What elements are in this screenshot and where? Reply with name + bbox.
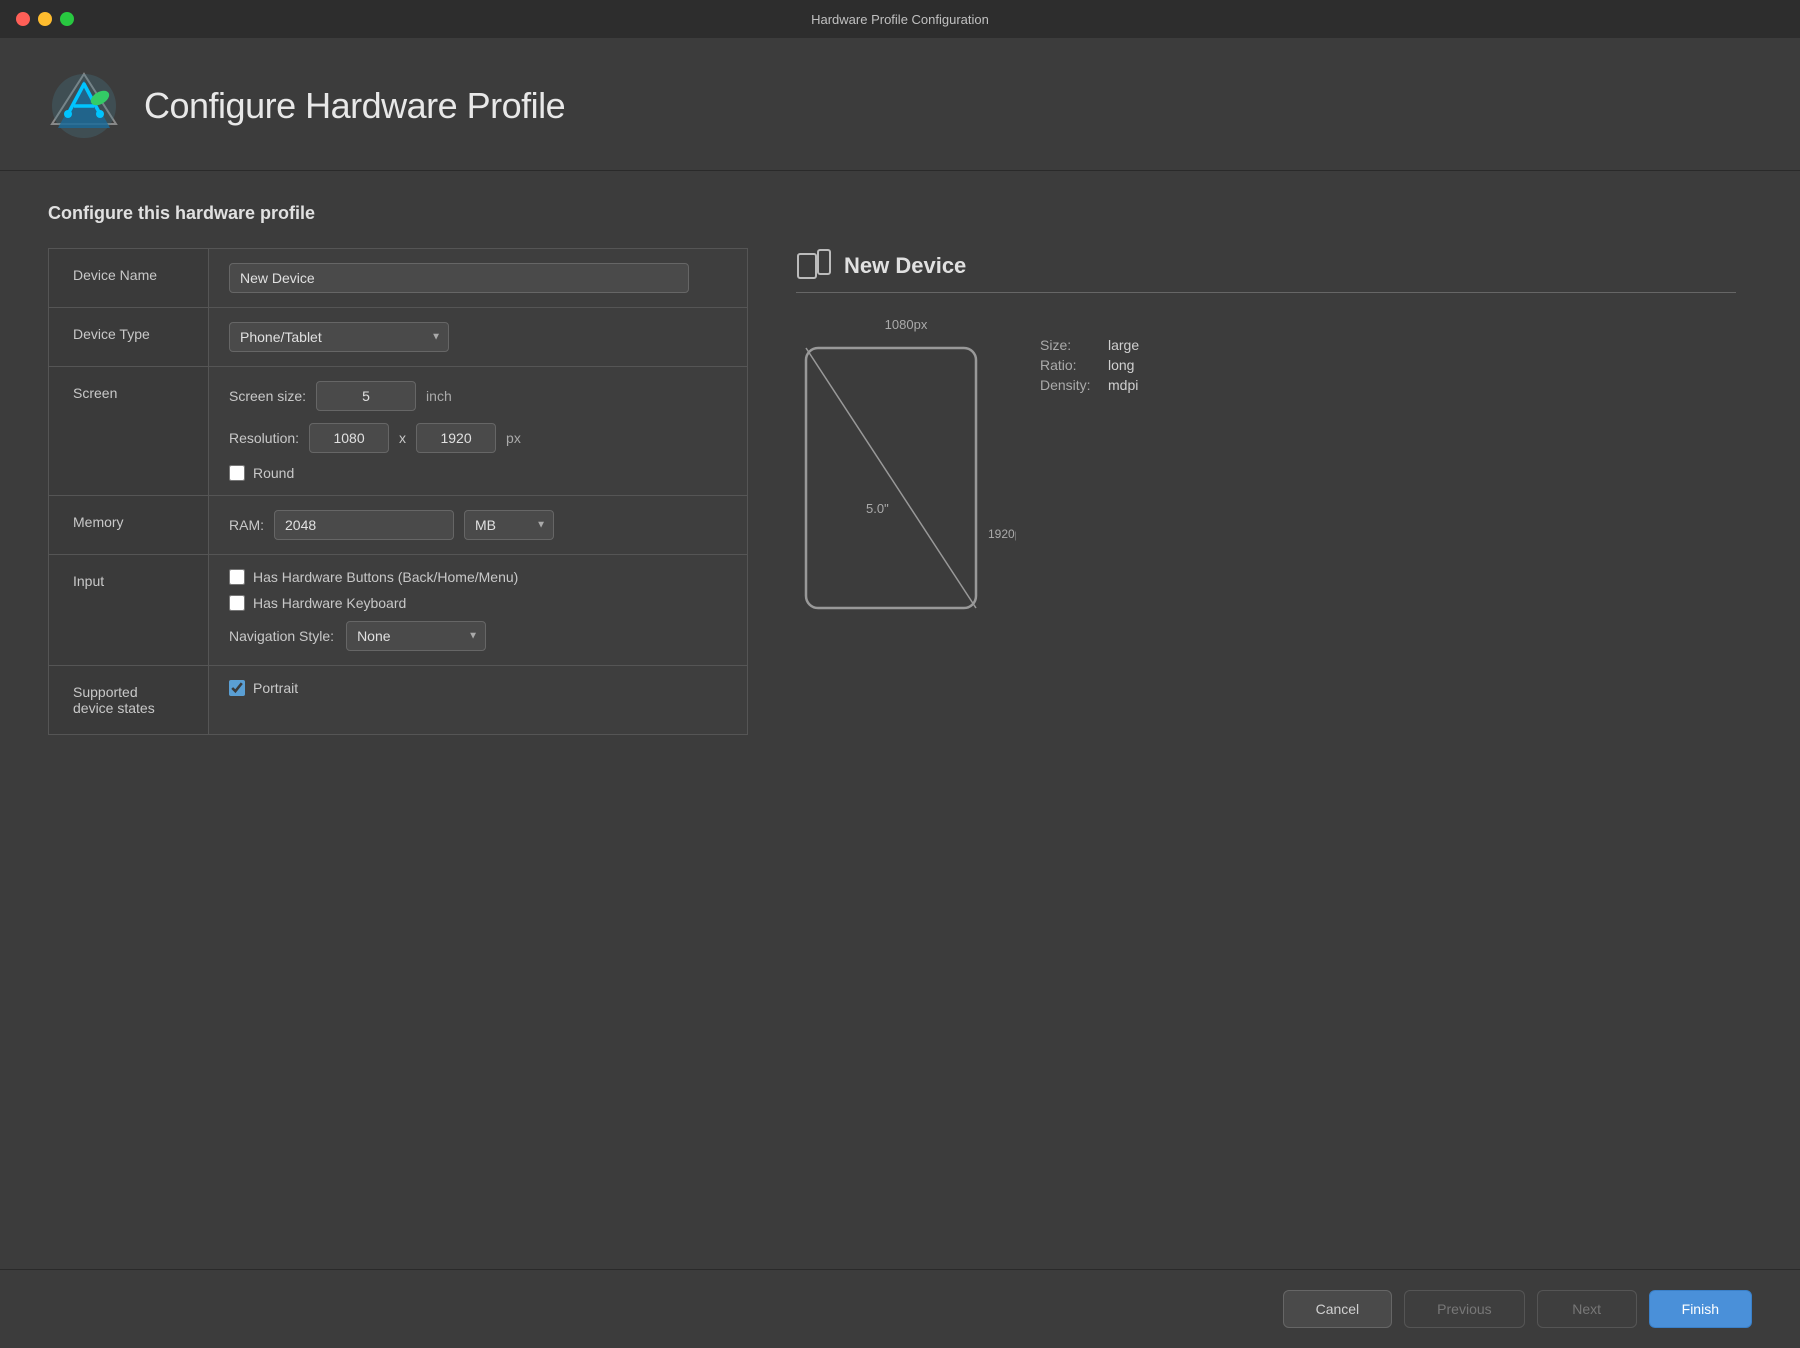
device-name-row: Device Name bbox=[49, 249, 748, 308]
input-label: Input bbox=[49, 555, 209, 666]
memory-label: Memory bbox=[49, 496, 209, 555]
title-bar: Hardware Profile Configuration bbox=[0, 0, 1800, 38]
nav-style-dropdown[interactable]: None D-pad Trackball Wheel bbox=[346, 621, 486, 651]
hardware-buttons-label[interactable]: Has Hardware Buttons (Back/Home/Menu) bbox=[253, 569, 518, 585]
memory-row: Memory RAM: MB GB bbox=[49, 496, 748, 555]
resolution-y-input[interactable] bbox=[416, 423, 496, 453]
memory-controls: RAM: MB GB bbox=[229, 510, 727, 540]
ram-unit-dropdown[interactable]: MB GB bbox=[464, 510, 554, 540]
hardware-buttons-row: Has Hardware Buttons (Back/Home/Menu) bbox=[229, 569, 727, 585]
resolution-label: Resolution: bbox=[229, 430, 299, 446]
finish-button[interactable]: Finish bbox=[1649, 1290, 1752, 1328]
close-button[interactable] bbox=[16, 12, 30, 26]
maximize-button[interactable] bbox=[60, 12, 74, 26]
spec-size-label: Size: bbox=[1040, 337, 1100, 353]
portrait-checkbox[interactable] bbox=[229, 680, 245, 696]
body-section: Configure this hardware profile Device N… bbox=[0, 171, 1800, 1269]
device-frame-wrapper: 5.0" 1920px bbox=[796, 338, 1016, 633]
device-type-label: Device Type bbox=[49, 308, 209, 367]
minimize-button[interactable] bbox=[38, 12, 52, 26]
preview-content: 1080px 5.0" 1920px bbox=[796, 317, 1736, 633]
supported-states-label: Supporteddevice states bbox=[49, 666, 209, 735]
preview-panel: New Device 1080px bbox=[780, 248, 1752, 1245]
page-title: Configure Hardware Profile bbox=[144, 85, 565, 127]
spec-density-row: Density: mdpi bbox=[1040, 377, 1139, 393]
screen-size-input[interactable] bbox=[316, 381, 416, 411]
next-button[interactable]: Next bbox=[1537, 1290, 1637, 1328]
header-section: Configure Hardware Profile bbox=[0, 38, 1800, 171]
preview-device-name: New Device bbox=[844, 253, 966, 279]
device-diagram-container: 1080px 5.0" 1920px bbox=[796, 317, 1016, 633]
device-type-dropdown-wrapper: Phone/Tablet TV Wear OS Desktop Automoti… bbox=[229, 322, 449, 352]
screen-size-row: Screen size: inch bbox=[229, 381, 727, 411]
content-area: Device Name Device Type Phone/Tablet bbox=[48, 248, 1752, 1245]
preview-header: New Device bbox=[796, 248, 1736, 284]
supported-states-row: Supporteddevice states Portrait bbox=[49, 666, 748, 735]
device-specs: Size: large Ratio: long Density: mdpi bbox=[1040, 337, 1139, 393]
screen-size-label: Screen size: bbox=[229, 388, 306, 404]
traffic-lights bbox=[16, 12, 74, 26]
screen-cell: Screen size: inch Resolution: x px bbox=[209, 367, 748, 496]
spec-size-value: large bbox=[1108, 337, 1139, 353]
screen-size-unit: inch bbox=[426, 388, 452, 404]
device-name-cell bbox=[209, 249, 748, 308]
round-label[interactable]: Round bbox=[253, 465, 294, 481]
nav-style-label: Navigation Style: bbox=[229, 628, 334, 644]
hardware-keyboard-row: Has Hardware Keyboard bbox=[229, 595, 727, 611]
supported-states-cell: Portrait bbox=[209, 666, 748, 735]
device-diagram-svg: 5.0" 1920px bbox=[796, 338, 1016, 628]
nav-style-dropdown-wrapper: None D-pad Trackball Wheel bbox=[346, 621, 486, 651]
preview-divider bbox=[796, 292, 1736, 293]
svg-text:1920px: 1920px bbox=[988, 527, 1016, 541]
resolution-row: Resolution: x px bbox=[229, 423, 727, 453]
spec-ratio-row: Ratio: long bbox=[1040, 357, 1139, 373]
round-row: Round bbox=[229, 465, 727, 481]
screen-label: Screen bbox=[49, 367, 209, 496]
device-type-cell: Phone/Tablet TV Wear OS Desktop Automoti… bbox=[209, 308, 748, 367]
device-type-dropdown[interactable]: Phone/Tablet TV Wear OS Desktop Automoti… bbox=[229, 322, 449, 352]
supported-states-text: Supporteddevice states bbox=[73, 684, 155, 716]
app-logo-icon bbox=[48, 70, 120, 142]
ram-unit-wrapper: MB GB bbox=[464, 510, 554, 540]
footer: Cancel Previous Next Finish bbox=[0, 1269, 1800, 1348]
device-top-label: 1080px bbox=[885, 317, 928, 332]
ram-label: RAM: bbox=[229, 517, 264, 533]
portrait-row: Portrait bbox=[229, 680, 727, 696]
round-checkbox[interactable] bbox=[229, 465, 245, 481]
resolution-unit: px bbox=[506, 430, 521, 446]
device-name-input[interactable] bbox=[229, 263, 689, 293]
spec-size-row: Size: large bbox=[1040, 337, 1139, 353]
spec-ratio-label: Ratio: bbox=[1040, 357, 1100, 373]
device-name-label: Device Name bbox=[49, 249, 209, 308]
memory-cell: RAM: MB GB bbox=[209, 496, 748, 555]
screen-grid: Screen size: inch Resolution: x px bbox=[229, 381, 727, 481]
form-table: Device Name Device Type Phone/Tablet bbox=[48, 248, 748, 735]
window-title: Hardware Profile Configuration bbox=[811, 12, 989, 27]
spec-density-label: Density: bbox=[1040, 377, 1100, 393]
screen-row: Screen Screen size: inch Resolution: bbox=[49, 367, 748, 496]
form-panel: Device Name Device Type Phone/Tablet bbox=[48, 248, 748, 1245]
nav-style-row: Navigation Style: None D-pad Trackball W… bbox=[229, 621, 727, 651]
cancel-button[interactable]: Cancel bbox=[1283, 1290, 1393, 1328]
resolution-x-input[interactable] bbox=[309, 423, 389, 453]
hardware-keyboard-checkbox[interactable] bbox=[229, 595, 245, 611]
input-row: Input Has Hardware Buttons (Back/Home/Me… bbox=[49, 555, 748, 666]
spec-density-value: mdpi bbox=[1108, 377, 1138, 393]
device-type-row: Device Type Phone/Tablet TV Wear OS Desk… bbox=[49, 308, 748, 367]
portrait-label[interactable]: Portrait bbox=[253, 680, 298, 696]
resolution-sep: x bbox=[399, 430, 406, 446]
input-cell: Has Hardware Buttons (Back/Home/Menu) Ha… bbox=[209, 555, 748, 666]
ram-input[interactable] bbox=[274, 510, 454, 540]
section-subtitle: Configure this hardware profile bbox=[48, 203, 1752, 224]
previous-button[interactable]: Previous bbox=[1404, 1290, 1524, 1328]
hardware-keyboard-label[interactable]: Has Hardware Keyboard bbox=[253, 595, 406, 611]
main-content: Configure Hardware Profile Configure thi… bbox=[0, 38, 1800, 1348]
device-preview-icon bbox=[796, 248, 832, 284]
svg-text:5.0": 5.0" bbox=[866, 501, 889, 516]
spec-ratio-value: long bbox=[1108, 357, 1134, 373]
hardware-buttons-checkbox[interactable] bbox=[229, 569, 245, 585]
